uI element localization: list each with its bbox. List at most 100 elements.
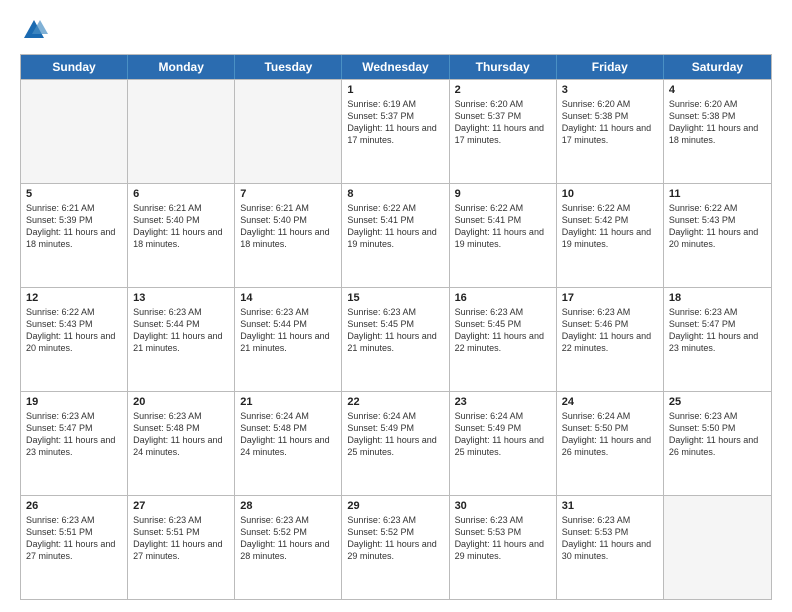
- calendar-cell: [21, 80, 128, 183]
- calendar-cell: 11 Sunrise: 6:22 AM Sunset: 5:43 PM Dayli…: [664, 184, 771, 287]
- day-number: 7: [240, 188, 336, 200]
- calendar-cell: 25 Sunrise: 6:23 AM Sunset: 5:50 PM Dayli…: [664, 392, 771, 495]
- day-info: Sunrise: 6:22 AM Sunset: 5:41 PM Dayligh…: [455, 202, 551, 251]
- day-number: 22: [347, 396, 443, 408]
- header-day-tuesday: Tuesday: [235, 55, 342, 79]
- day-number: 26: [26, 500, 122, 512]
- day-info: Sunrise: 6:23 AM Sunset: 5:53 PM Dayligh…: [562, 514, 658, 563]
- logo: [20, 16, 52, 44]
- calendar-cell: [235, 80, 342, 183]
- day-number: 25: [669, 396, 766, 408]
- calendar-cell: 8Sunrise: 6:22 AM Sunset: 5:41 PM Daylig…: [342, 184, 449, 287]
- day-number: 17: [562, 292, 658, 304]
- calendar-cell: 21Sunrise: 6:24 AM Sunset: 5:48 PM Dayli…: [235, 392, 342, 495]
- calendar-cell: 9 Sunrise: 6:22 AM Sunset: 5:41 PM Daylig…: [450, 184, 557, 287]
- day-info: Sunrise: 6:23 AM Sunset: 5:52 PM Dayligh…: [347, 514, 443, 563]
- day-number: 11: [669, 188, 766, 200]
- day-info: Sunrise: 6:24 AM Sunset: 5:49 PM Dayligh…: [347, 410, 443, 459]
- day-info: Sunrise: 6:23 AM Sunset: 5:48 PM Dayligh…: [133, 410, 229, 459]
- calendar-cell: 3 Sunrise: 6:20 AM Sunset: 5:38 PM Daylig…: [557, 80, 664, 183]
- header-day-monday: Monday: [128, 55, 235, 79]
- calendar-row-2: 5 Sunrise: 6:21 AM Sunset: 5:39 PM Daylig…: [21, 183, 771, 287]
- day-number: 28: [240, 500, 336, 512]
- calendar-body: 1Sunrise: 6:19 AM Sunset: 5:37 PM Daylig…: [21, 79, 771, 599]
- day-number: 9: [455, 188, 551, 200]
- day-number: 24: [562, 396, 658, 408]
- day-info: Sunrise: 6:23 AM Sunset: 5:44 PM Dayligh…: [240, 306, 336, 355]
- calendar-row-5: 26 Sunrise: 6:23 AM Sunset: 5:51 PM Dayli…: [21, 495, 771, 599]
- day-info: Sunrise: 6:21 AM Sunset: 5:39 PM Dayligh…: [26, 202, 122, 251]
- day-info: Sunrise: 6:21 AM Sunset: 5:40 PM Dayligh…: [240, 202, 336, 251]
- day-info: Sunrise: 6:23 AM Sunset: 5:50 PM Dayligh…: [669, 410, 766, 459]
- calendar-cell: 7 Sunrise: 6:21 AM Sunset: 5:40 PM Daylig…: [235, 184, 342, 287]
- day-info: Sunrise: 6:23 AM Sunset: 5:51 PM Dayligh…: [26, 514, 122, 563]
- calendar-cell: 28 Sunrise: 6:23 AM Sunset: 5:52 PM Dayli…: [235, 496, 342, 599]
- calendar-cell: 5 Sunrise: 6:21 AM Sunset: 5:39 PM Daylig…: [21, 184, 128, 287]
- day-number: 5: [26, 188, 122, 200]
- day-info: Sunrise: 6:20 AM Sunset: 5:37 PM Dayligh…: [455, 98, 551, 147]
- day-number: 14: [240, 292, 336, 304]
- calendar-cell: 17 Sunrise: 6:23 AM Sunset: 5:46 PM Dayli…: [557, 288, 664, 391]
- day-info: Sunrise: 6:23 AM Sunset: 5:45 PM Dayligh…: [347, 306, 443, 355]
- day-number: 2: [455, 84, 551, 96]
- header-day-friday: Friday: [557, 55, 664, 79]
- day-info: Sunrise: 6:23 AM Sunset: 5:47 PM Dayligh…: [26, 410, 122, 459]
- day-info: Sunrise: 6:23 AM Sunset: 5:52 PM Dayligh…: [240, 514, 336, 563]
- day-number: 13: [133, 292, 229, 304]
- calendar-cell: 23 Sunrise: 6:24 AM Sunset: 5:49 PM Dayli…: [450, 392, 557, 495]
- calendar-cell: 14 Sunrise: 6:23 AM Sunset: 5:44 PM Dayli…: [235, 288, 342, 391]
- day-info: Sunrise: 6:22 AM Sunset: 5:42 PM Dayligh…: [562, 202, 658, 251]
- calendar-cell: 24 Sunrise: 6:24 AM Sunset: 5:50 PM Dayli…: [557, 392, 664, 495]
- day-info: Sunrise: 6:23 AM Sunset: 5:46 PM Dayligh…: [562, 306, 658, 355]
- calendar-cell: [664, 496, 771, 599]
- calendar-cell: 20 Sunrise: 6:23 AM Sunset: 5:48 PM Dayli…: [128, 392, 235, 495]
- day-number: 20: [133, 396, 229, 408]
- header-day-saturday: Saturday: [664, 55, 771, 79]
- page: SundayMondayTuesdayWednesdayThursdayFrid…: [0, 0, 792, 612]
- day-number: 27: [133, 500, 229, 512]
- calendar-cell: 1Sunrise: 6:19 AM Sunset: 5:37 PM Daylig…: [342, 80, 449, 183]
- calendar-cell: 26 Sunrise: 6:23 AM Sunset: 5:51 PM Dayli…: [21, 496, 128, 599]
- logo-icon: [20, 16, 48, 44]
- calendar-cell: 2 Sunrise: 6:20 AM Sunset: 5:37 PM Daylig…: [450, 80, 557, 183]
- calendar: SundayMondayTuesdayWednesdayThursdayFrid…: [20, 54, 772, 600]
- day-number: 15: [347, 292, 443, 304]
- day-info: Sunrise: 6:23 AM Sunset: 5:44 PM Dayligh…: [133, 306, 229, 355]
- header: [20, 16, 772, 44]
- calendar-cell: 22 Sunrise: 6:24 AM Sunset: 5:49 PM Dayli…: [342, 392, 449, 495]
- day-number: 3: [562, 84, 658, 96]
- day-info: Sunrise: 6:23 AM Sunset: 5:45 PM Dayligh…: [455, 306, 551, 355]
- calendar-cell: 12Sunrise: 6:22 AM Sunset: 5:43 PM Dayli…: [21, 288, 128, 391]
- day-info: Sunrise: 6:20 AM Sunset: 5:38 PM Dayligh…: [562, 98, 658, 147]
- day-info: Sunrise: 6:24 AM Sunset: 5:49 PM Dayligh…: [455, 410, 551, 459]
- day-number: 1: [347, 84, 443, 96]
- day-number: 31: [562, 500, 658, 512]
- calendar-header: SundayMondayTuesdayWednesdayThursdayFrid…: [21, 55, 771, 79]
- day-number: 18: [669, 292, 766, 304]
- calendar-cell: 19 Sunrise: 6:23 AM Sunset: 5:47 PM Dayli…: [21, 392, 128, 495]
- day-info: Sunrise: 6:23 AM Sunset: 5:51 PM Dayligh…: [133, 514, 229, 563]
- day-info: Sunrise: 6:23 AM Sunset: 5:53 PM Dayligh…: [455, 514, 551, 563]
- day-info: Sunrise: 6:22 AM Sunset: 5:43 PM Dayligh…: [669, 202, 766, 251]
- day-info: Sunrise: 6:22 AM Sunset: 5:41 PM Dayligh…: [347, 202, 443, 251]
- calendar-cell: [128, 80, 235, 183]
- day-number: 10: [562, 188, 658, 200]
- day-info: Sunrise: 6:23 AM Sunset: 5:47 PM Dayligh…: [669, 306, 766, 355]
- day-info: Sunrise: 6:24 AM Sunset: 5:50 PM Dayligh…: [562, 410, 658, 459]
- day-number: 19: [26, 396, 122, 408]
- day-number: 23: [455, 396, 551, 408]
- calendar-cell: 18 Sunrise: 6:23 AM Sunset: 5:47 PM Dayli…: [664, 288, 771, 391]
- day-number: 21: [240, 396, 336, 408]
- header-day-thursday: Thursday: [450, 55, 557, 79]
- calendar-cell: 6 Sunrise: 6:21 AM Sunset: 5:40 PM Daylig…: [128, 184, 235, 287]
- day-number: 6: [133, 188, 229, 200]
- calendar-cell: 4Sunrise: 6:20 AM Sunset: 5:38 PM Daylig…: [664, 80, 771, 183]
- calendar-cell: 27 Sunrise: 6:23 AM Sunset: 5:51 PM Dayli…: [128, 496, 235, 599]
- calendar-cell: 29Sunrise: 6:23 AM Sunset: 5:52 PM Dayli…: [342, 496, 449, 599]
- calendar-row-3: 12Sunrise: 6:22 AM Sunset: 5:43 PM Dayli…: [21, 287, 771, 391]
- day-info: Sunrise: 6:21 AM Sunset: 5:40 PM Dayligh…: [133, 202, 229, 251]
- day-number: 4: [669, 84, 766, 96]
- calendar-cell: 31 Sunrise: 6:23 AM Sunset: 5:53 PM Dayli…: [557, 496, 664, 599]
- calendar-cell: 30Sunrise: 6:23 AM Sunset: 5:53 PM Dayli…: [450, 496, 557, 599]
- calendar-cell: 15 Sunrise: 6:23 AM Sunset: 5:45 PM Dayli…: [342, 288, 449, 391]
